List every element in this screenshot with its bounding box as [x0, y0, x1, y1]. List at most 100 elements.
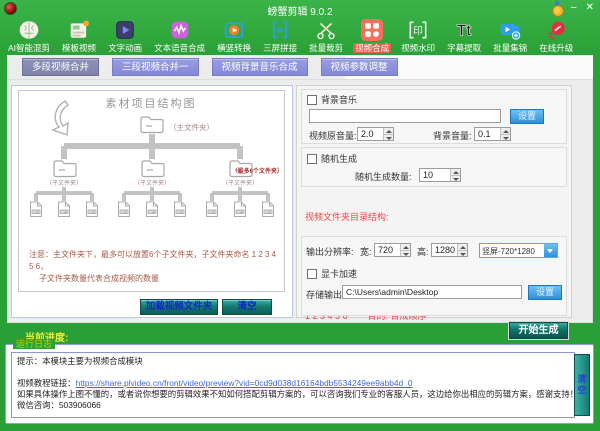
title-bar: 螃蟹剪辑 9.0.2 – ✕ [0, 0, 600, 18]
main-content: 素材项目结构图 （主文件夹） （子文件夹） （子文件夹） （子文件夹） （最多6… [7, 79, 593, 323]
toolbar-item-orientation[interactable]: 横竖转换 [211, 19, 257, 53]
stepper-down-icon [501, 135, 510, 141]
main-toolbar: AI智能混剪 模板视频 文字动画 文本语音合成 横竖转换 [2, 19, 579, 53]
settings-panel: 背景音乐 设置 视频原音量: 2.0 背景音量: 0.1 随机生成 [296, 85, 572, 318]
toolbar-item-online-upgrade[interactable]: 在线升级 [533, 19, 579, 53]
resolution-label: 输出分辨率: [306, 245, 354, 258]
bgm-checkbox[interactable] [307, 95, 317, 105]
log-line-wechat: 微信咨询：503906066 [17, 400, 569, 411]
tab-strip: 多段视频合并 三段视频合并一 视频背景音乐合成 视频参数调整 [7, 55, 593, 79]
run-log-textarea[interactable]: 提示：本模块主要为视频合成模块 视频教程链接：https://share.plv… [11, 352, 575, 418]
svg-text:MP4: MP4 [148, 210, 155, 214]
structure-panel: 素材项目结构图 （主文件夹） （子文件夹） （子文件夹） （子文件夹） （最多6… [11, 85, 293, 318]
svg-text:MP4: MP4 [264, 210, 271, 214]
svg-text:MP4: MP4 [208, 210, 215, 214]
run-log-group: 运行日志 提示：本模块主要为视频合成模块 视频教程链接：https://shar… [5, 344, 594, 424]
storage-set-button[interactable]: 设置 [528, 285, 562, 300]
gpu-checkbox-label: 显卡加速 [321, 267, 357, 280]
video-volume-stepper[interactable]: 2.0 [357, 127, 394, 141]
svg-text:印: 印 [413, 25, 423, 37]
svg-text:MP4: MP4 [120, 210, 127, 214]
clear-folder-button[interactable]: 清空 [222, 299, 272, 315]
height-label: 高: [417, 245, 429, 258]
load-folder-button[interactable]: 加载视频文件夹 [140, 299, 218, 315]
toolbar-item-text-animation[interactable]: 文字动画 [102, 19, 148, 53]
app-window: 螃蟹剪辑 9.0.2 – ✕ AI智能混剪 模板视频 文字动画 [0, 0, 600, 431]
three-screen-icon [269, 19, 291, 41]
random-checkbox-label: 随机生成 [321, 152, 357, 165]
video-watermark-icon: 印 [407, 19, 429, 41]
toolbar-item-tts[interactable]: 文本语音合成 [148, 19, 211, 53]
tutorial-link[interactable]: https://share.plvideo.cn/front/video/pre… [76, 378, 413, 388]
tab-bgm-compose[interactable]: 视频背景音乐合成 [212, 58, 308, 76]
template-video-icon [68, 19, 90, 41]
bgm-set-button[interactable]: 设置 [510, 109, 544, 124]
random-checkbox[interactable] [307, 154, 317, 164]
main-folder-label: （主文件夹） [169, 122, 214, 132]
width-stepper[interactable]: 720 [374, 243, 411, 257]
svg-text:MP4: MP4 [32, 210, 39, 214]
diagram-title: 素材项目结构图 [106, 96, 197, 110]
bgm-volume-stepper[interactable]: 0.1 [474, 127, 511, 141]
height-stepper[interactable]: 1280 [431, 243, 468, 257]
svg-text:Tt: Tt [457, 23, 472, 40]
video-compose-icon [361, 19, 383, 41]
gpu-checkbox[interactable] [307, 269, 317, 279]
tab-three-merge[interactable]: 三段视频合并一 [112, 58, 199, 76]
run-log-legend: 运行日志 [13, 339, 55, 349]
orientation-convert-icon [223, 19, 245, 41]
storage-label: 存储输出: [306, 288, 345, 301]
folder-structure-diagram: 素材项目结构图 （主文件夹） （子文件夹） （子文件夹） （子文件夹） （最多6… [18, 90, 285, 292]
ai-brain-icon [18, 19, 40, 41]
window-title: 螃蟹剪辑 9.0.2 [0, 3, 600, 18]
tab-multi-merge[interactable]: 多段视频合并 [22, 58, 99, 76]
speech-synthesis-icon [169, 19, 191, 41]
online-upgrade-icon [545, 19, 567, 41]
sub-folder-label: （子文件夹） [46, 179, 82, 187]
bgm-path-input[interactable] [309, 109, 501, 123]
output-group: 输出分辨率: 宽: 720 高: 1280 竖屏-720*1280 显卡加 [301, 236, 567, 316]
medal-icon[interactable] [552, 1, 562, 15]
max-folders-label: （最多6个文件夹） [232, 167, 283, 175]
svg-text:MP4: MP4 [88, 210, 95, 214]
tab-param-adjust[interactable]: 视频参数调整 [321, 58, 398, 76]
stepper-down-icon [401, 251, 410, 257]
resolution-preset-select[interactable]: 竖屏-720*1280 [479, 243, 558, 258]
log-line-tutorial: 视频教程链接：https://share.plvideo.cn/front/vi… [17, 378, 569, 389]
arrow-decoration [53, 101, 68, 135]
toolbar-item-ai-mix[interactable]: AI智能混剪 [2, 19, 56, 53]
batch-crop-icon [315, 19, 337, 41]
toolbar-item-three-screen[interactable]: 三屏拼接 [257, 19, 303, 53]
minimize-button[interactable]: – [571, 1, 577, 15]
toolbar-item-template-video[interactable]: 模板视频 [56, 19, 102, 53]
stepper-down-icon [458, 251, 467, 257]
toolbar-item-video-compose[interactable]: 视频合成 [349, 19, 395, 53]
log-line-service: 如果具体操作上图不懂的，或者说你想要的剪辑效果不知如何搭配剪辑方案的，可以咨询我… [17, 389, 569, 400]
random-group: 随机生成 随机生成数量: 10 [301, 147, 567, 187]
bgm-checkbox-label: 背景音乐 [321, 93, 357, 106]
toolbar-item-batch-crop[interactable]: 批量裁剪 [303, 19, 349, 53]
toolbar-item-batch-collection[interactable]: 批量集锦 [487, 19, 533, 53]
svg-text:MP4: MP4 [176, 210, 183, 214]
sub-folder-label: （子文件夹） [134, 179, 170, 187]
storage-path-input[interactable]: C:\Users\admin\Desktop [342, 285, 522, 299]
toolbar-item-watermark[interactable]: 印 视频水印 [395, 19, 441, 53]
text-animation-icon [114, 19, 136, 41]
clear-log-button[interactable]: 清空 [574, 354, 590, 416]
svg-text:MP4: MP4 [60, 210, 67, 214]
subtitle-extract-icon: Tt [453, 19, 475, 41]
batch-collection-icon [499, 19, 521, 41]
video-volume-label: 视频原音量: [309, 129, 357, 142]
width-label: 宽: [360, 245, 372, 258]
random-count-stepper[interactable]: 10 [419, 168, 461, 182]
bgm-group: 背景音乐 设置 视频原音量: 2.0 背景音量: 0.1 [301, 89, 567, 144]
toolbar-item-subtitle-extract[interactable]: Tt 字幕提取 [441, 19, 487, 53]
close-button[interactable]: ✕ [586, 1, 594, 15]
start-generate-button[interactable]: 开始生成 [509, 322, 568, 339]
stepper-down-icon [451, 176, 460, 182]
chevron-down-icon [544, 244, 557, 257]
stepper-down-icon [384, 135, 393, 141]
random-count-label: 随机生成数量: [355, 170, 412, 183]
log-line-tip: 提示：本模块主要为视频合成模块 [17, 356, 569, 367]
sub-folder-label: （子文件夹） [222, 179, 258, 187]
